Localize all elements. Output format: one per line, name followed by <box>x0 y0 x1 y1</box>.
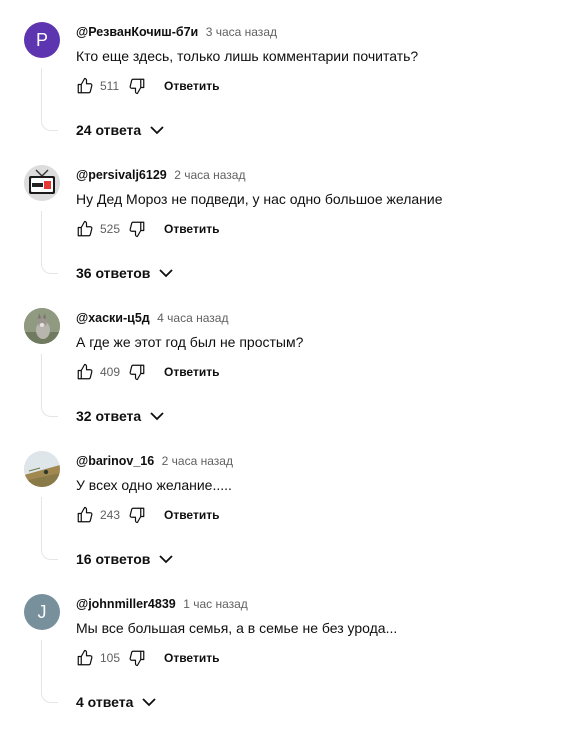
thumbs-up-icon <box>77 363 93 380</box>
replies-count-label: 32 ответа <box>76 408 142 424</box>
reply-button[interactable]: Ответить <box>164 365 219 379</box>
avatar[interactable] <box>24 451 60 487</box>
avatar[interactable] <box>24 165 60 201</box>
replies-count-label: 36 ответов <box>76 265 151 281</box>
thumbs-up-icon <box>77 506 93 523</box>
like-count: 105 <box>100 651 121 665</box>
reply-button[interactable]: Ответить <box>164 79 219 93</box>
author-name[interactable]: @johnmiller4839 <box>76 597 176 611</box>
comment-actions: 243 Ответить <box>76 505 219 525</box>
like-count: 409 <box>100 365 121 379</box>
reply-button[interactable]: Ответить <box>164 222 219 236</box>
comment-thread: @persivalj6129 2 часа назад Ну Дед Мороз… <box>0 159 577 302</box>
show-replies-button[interactable]: 24 ответа <box>76 120 165 140</box>
comment-thread: J @johnmiller4839 1 час назад Мы все бол… <box>0 588 577 731</box>
thumbs-up-icon <box>77 77 93 94</box>
thumbs-down-icon <box>129 507 145 524</box>
replies-count-label: 24 ответа <box>76 122 142 138</box>
avatar-letter: P <box>35 30 48 50</box>
comment-header: @хаски-ц5д 4 часа назад <box>76 310 228 326</box>
replies-count-label: 4 ответа <box>76 694 134 710</box>
comment-thread: @хаски-ц5д 4 часа назад А где же этот го… <box>0 302 577 445</box>
like-button[interactable] <box>76 77 94 95</box>
reply-button[interactable]: Ответить <box>164 508 219 522</box>
comment-thread: P @РезванКочиш-б7и 3 часа назад Кто еще … <box>0 16 577 159</box>
thread-connector-line <box>41 640 58 703</box>
chevron-down-icon <box>141 694 157 710</box>
dislike-button[interactable] <box>128 506 146 524</box>
comment-header: @persivalj6129 2 часа назад <box>76 167 245 183</box>
avatar-letter: J <box>37 602 47 622</box>
author-name[interactable]: @barinov_16 <box>76 454 154 468</box>
show-replies-button[interactable]: 32 ответа <box>76 406 165 426</box>
like-button[interactable] <box>76 363 94 381</box>
author-name[interactable]: @хаски-ц5д <box>76 311 150 325</box>
chevron-down-icon <box>158 551 174 567</box>
thumbs-down-icon <box>129 650 145 667</box>
tv-icon <box>24 165 60 201</box>
reply-button[interactable]: Ответить <box>164 651 219 665</box>
comment-actions: 525 Ответить <box>76 219 219 239</box>
field-icon <box>24 451 60 487</box>
comment-actions: 105 Ответить <box>76 648 219 668</box>
thread-connector-line <box>41 354 58 417</box>
comment-timestamp[interactable]: 4 часа назад <box>157 311 228 325</box>
show-replies-button[interactable]: 4 ответа <box>76 692 157 712</box>
thread-connector-line <box>41 211 58 274</box>
comment-header: @barinov_16 2 часа назад <box>76 453 233 469</box>
show-replies-button[interactable]: 16 ответов <box>76 549 174 569</box>
avatar[interactable]: J <box>24 594 60 630</box>
author-name[interactable]: @persivalj6129 <box>76 168 167 182</box>
like-button[interactable] <box>76 220 94 238</box>
comment-text: Мы все большая семья, а в семье не без у… <box>76 620 398 636</box>
thumbs-down-icon <box>129 364 145 381</box>
comment-text: Ну Дед Мороз не подведи, у нас одно боль… <box>76 191 443 207</box>
avatar[interactable]: P <box>24 22 60 58</box>
thumbs-up-icon <box>77 220 93 237</box>
chevron-down-icon <box>149 122 165 138</box>
dislike-button[interactable] <box>128 363 146 381</box>
thumbs-down-icon <box>129 221 145 238</box>
thread-connector-line <box>41 497 58 560</box>
comment-header: @johnmiller4839 1 час назад <box>76 596 248 612</box>
thumbs-up-icon <box>77 649 93 666</box>
avatar[interactable] <box>24 308 60 344</box>
chevron-down-icon <box>158 265 174 281</box>
like-count: 525 <box>100 222 121 236</box>
dislike-button[interactable] <box>128 649 146 667</box>
comment-timestamp[interactable]: 3 часа назад <box>206 25 277 39</box>
dislike-button[interactable] <box>128 77 146 95</box>
comment-timestamp[interactable]: 2 часа назад <box>174 168 245 182</box>
comment-timestamp[interactable]: 2 часа назад <box>162 454 233 468</box>
author-name[interactable]: @РезванКочиш-б7и <box>76 25 198 39</box>
chevron-down-icon <box>149 408 165 424</box>
husky-icon <box>24 308 60 344</box>
thumbs-down-icon <box>129 78 145 95</box>
comment-actions: 409 Ответить <box>76 362 219 382</box>
replies-count-label: 16 ответов <box>76 551 151 567</box>
comment-text: У всех одно желание..... <box>76 477 232 493</box>
comment-header: @РезванКочиш-б7и 3 часа назад <box>76 24 277 40</box>
thread-connector-line <box>41 68 58 131</box>
comment-actions: 511 Ответить <box>76 76 219 96</box>
comment-timestamp[interactable]: 1 час назад <box>183 597 248 611</box>
comment-text: А где же этот год был не простым? <box>76 334 304 350</box>
like-count: 511 <box>100 79 120 93</box>
like-button[interactable] <box>76 649 94 667</box>
dislike-button[interactable] <box>128 220 146 238</box>
comment-text: Кто еще здесь, только лишь комментарии п… <box>76 48 419 64</box>
comment-thread: @barinov_16 2 часа назад У всех одно жел… <box>0 445 577 588</box>
like-button[interactable] <box>76 506 94 524</box>
like-count: 243 <box>100 508 121 522</box>
show-replies-button[interactable]: 36 ответов <box>76 263 174 283</box>
